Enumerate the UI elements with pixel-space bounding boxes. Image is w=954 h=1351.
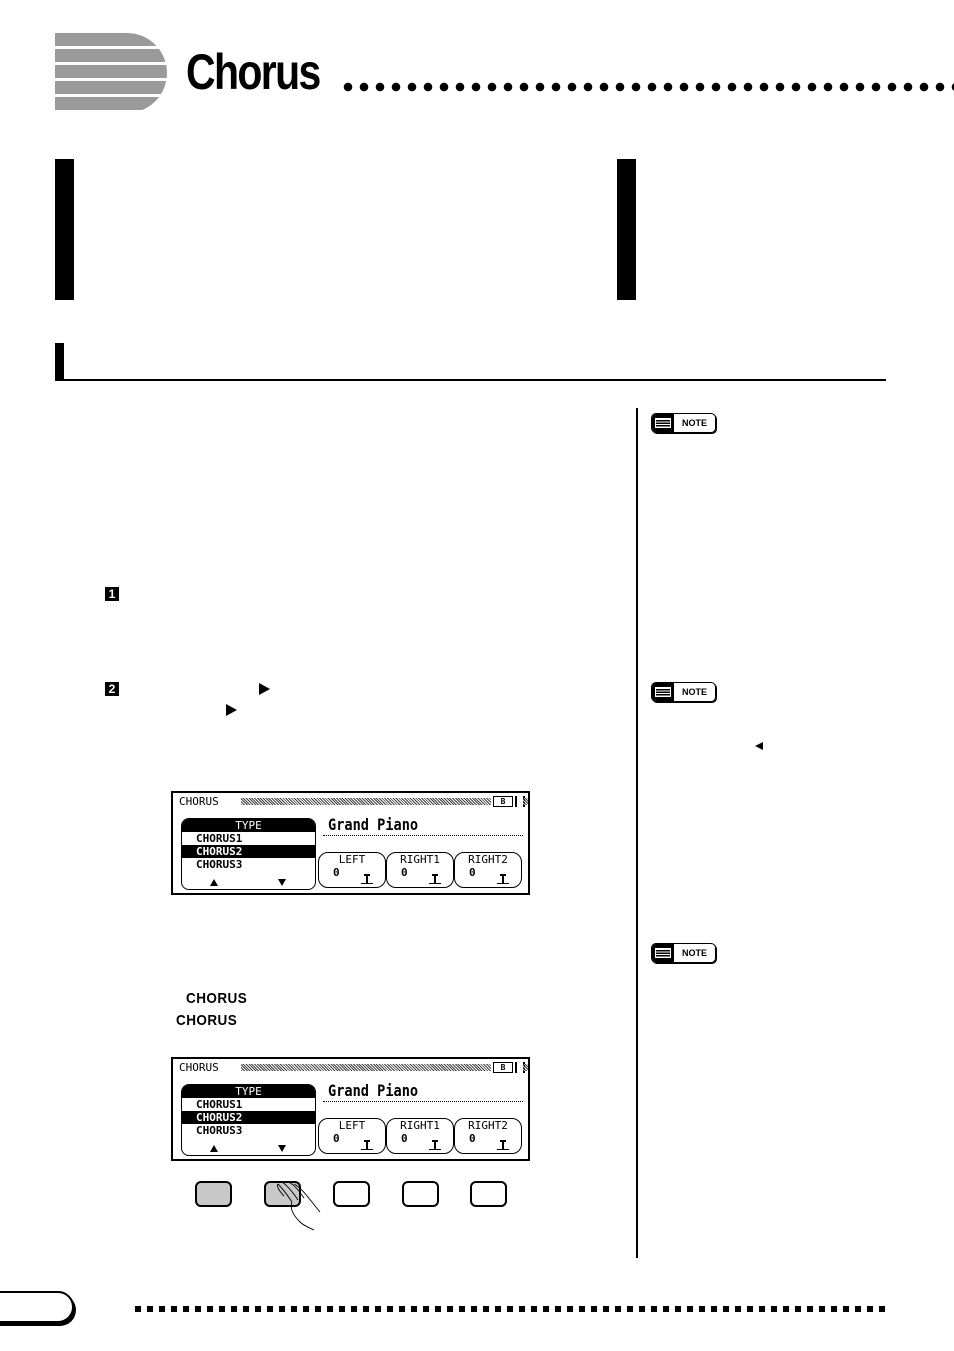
speech-bubble-icon — [652, 944, 674, 962]
type-header: TYPE — [182, 819, 315, 832]
note-badge: NOTE — [651, 413, 716, 433]
section-bar-right — [617, 159, 636, 300]
type-option[interactable]: CHORUS3 — [182, 858, 315, 871]
subsection-bar — [55, 343, 64, 380]
page-indicator: B — [493, 1062, 513, 1073]
subsection-rule — [55, 379, 886, 381]
column-divider — [636, 408, 638, 1258]
note-badge: NOTE — [651, 943, 716, 963]
lcd-hatch-bar — [241, 798, 491, 805]
voice-name: Grand Piano — [328, 1081, 419, 1100]
page-title: Chorus — [186, 44, 321, 100]
lcd-hatch-bar — [241, 1064, 491, 1071]
volume-left[interactable]: LEFT 0 — [318, 1118, 386, 1154]
lcd-screen-label: CHORUS — [179, 1061, 219, 1074]
lcd-button-1[interactable] — [195, 1181, 232, 1207]
fader-icon — [361, 874, 373, 884]
title-dot-leader — [340, 82, 954, 92]
fader-icon — [497, 874, 509, 884]
up-arrow-icon[interactable] — [210, 879, 218, 886]
right-arrow-icon — [259, 683, 270, 695]
page-number-tab — [0, 1291, 74, 1323]
lcd-button-5[interactable] — [470, 1181, 507, 1207]
section-bar-left — [55, 159, 74, 300]
speech-bubble-icon — [652, 683, 674, 701]
fader-icon — [429, 874, 441, 884]
voice-name: Grand Piano — [328, 815, 419, 834]
lcd-screen-label: CHORUS — [179, 795, 219, 808]
down-arrow-icon[interactable] — [278, 879, 286, 886]
step-number-1: 1 — [105, 587, 119, 601]
lcd-display: CHORUS B TYPE CHORUS1 CHORUS2 CHORUS3 Gr… — [171, 791, 530, 895]
lcd-display: CHORUS B TYPE CHORUS1 CHORUS2 CHORUS3 Gr… — [171, 1057, 530, 1161]
pressing-hand-icon — [277, 1181, 321, 1231]
down-arrow-icon[interactable] — [278, 1145, 286, 1152]
fader-icon — [497, 1140, 509, 1150]
chapter-stripe-logo — [55, 33, 167, 113]
type-option-selected[interactable]: CHORUS2 — [182, 1111, 315, 1124]
fader-icon — [361, 1140, 373, 1150]
chorus-button-label: CHORUS — [186, 990, 248, 1007]
volume-left[interactable]: LEFT 0 — [318, 852, 386, 888]
type-selector[interactable]: TYPE CHORUS1 CHORUS2 CHORUS3 — [181, 1084, 316, 1156]
left-arrow-icon — [755, 742, 763, 750]
type-option[interactable]: CHORUS1 — [182, 1098, 315, 1111]
fader-icon — [429, 1140, 441, 1150]
footer-dot-rule — [135, 1306, 887, 1312]
page-indicator: B — [493, 796, 513, 807]
note-badge: NOTE — [651, 682, 716, 702]
type-option-selected[interactable]: CHORUS2 — [182, 845, 315, 858]
up-arrow-icon[interactable] — [210, 1145, 218, 1152]
volume-right2[interactable]: RIGHT2 0 — [454, 1118, 522, 1154]
step-number-2: 2 — [105, 682, 119, 696]
type-option[interactable]: CHORUS3 — [182, 1124, 315, 1137]
volume-right2[interactable]: RIGHT2 0 — [454, 852, 522, 888]
speech-bubble-icon — [652, 414, 674, 432]
volume-right1[interactable]: RIGHT1 0 — [386, 852, 454, 888]
type-header: TYPE — [182, 1085, 315, 1098]
type-option[interactable]: CHORUS1 — [182, 832, 315, 845]
right-arrow-icon — [226, 704, 237, 716]
chorus-button-label: CHORUS — [176, 1012, 238, 1029]
lcd-button-3[interactable] — [333, 1181, 370, 1207]
type-selector[interactable]: TYPE CHORUS1 CHORUS2 CHORUS3 — [181, 818, 316, 890]
lcd-button-4[interactable] — [402, 1181, 439, 1207]
volume-right1[interactable]: RIGHT1 0 — [386, 1118, 454, 1154]
